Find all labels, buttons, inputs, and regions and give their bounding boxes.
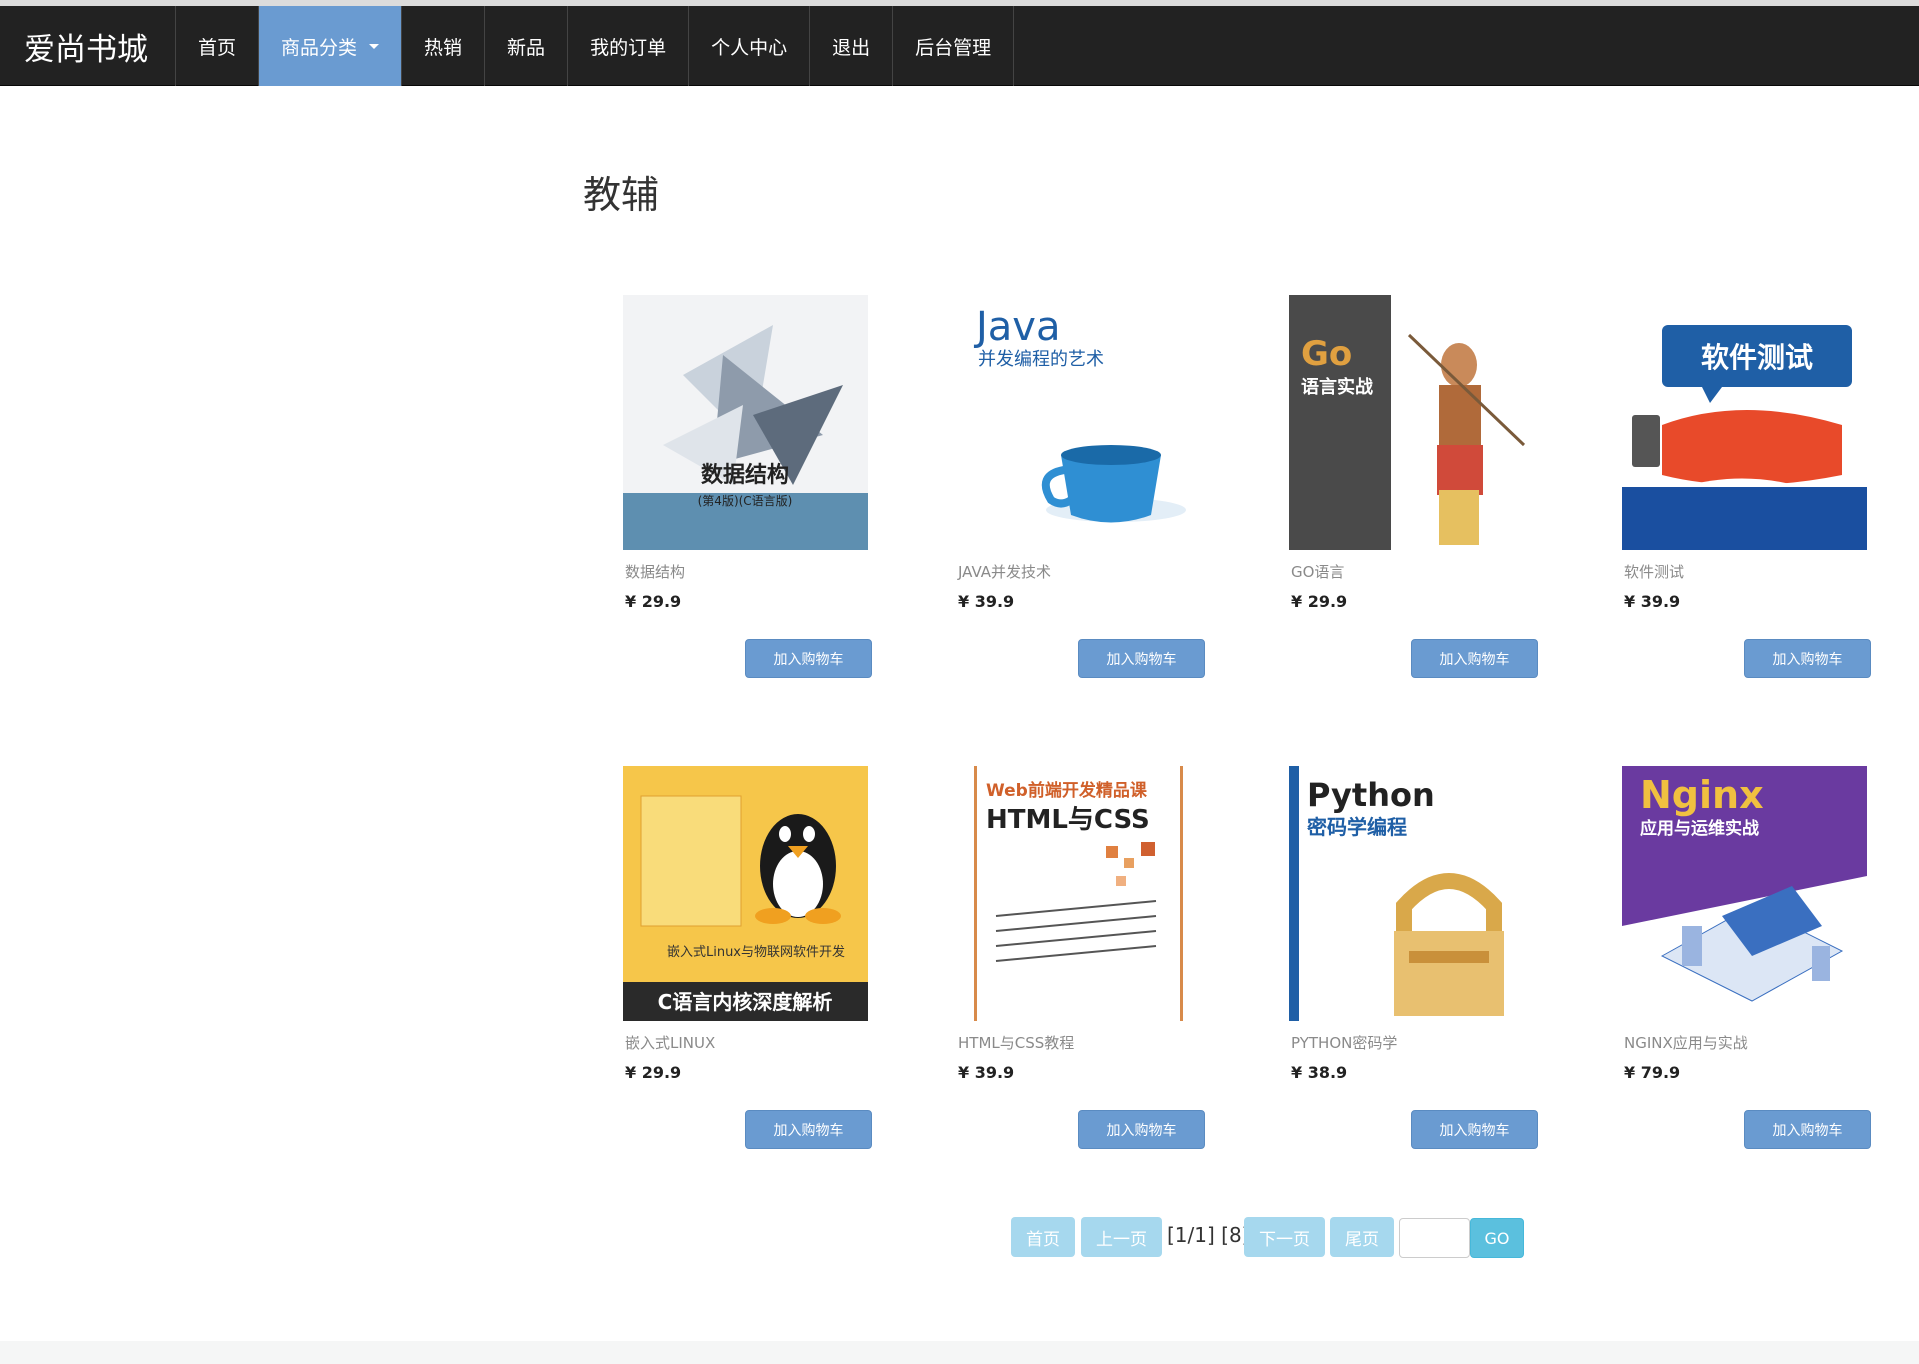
nav-home[interactable]: 首页	[176, 6, 260, 86]
cover-title: C语言内核深度解析	[658, 990, 833, 1014]
book-card: Web前端开发精品课 HTML与CSS HTML与CSS教程 ¥ 39.9 加入…	[951, 766, 1211, 1149]
book-cover[interactable]: Go 语言实战	[1289, 295, 1534, 550]
book-price: ¥ 39.9	[958, 1063, 1015, 1082]
book-name[interactable]: HTML与CSS教程	[958, 1032, 1074, 1053]
book-cover[interactable]: Nginx 应用与运维实战	[1622, 766, 1867, 1021]
book-price: ¥ 79.9	[1624, 1063, 1681, 1082]
book-card: Go 语言实战 GO语言 ¥ 29.9 加入购物车	[1284, 295, 1544, 678]
cover-title: Go	[1301, 334, 1352, 374]
page-info: [1/1] [8]	[1167, 1223, 1250, 1247]
cover-title: Python	[1307, 776, 1435, 814]
book-card: 嵌入式Linux与物联网软件开发 C语言内核深度解析 嵌入式LINUX ¥ 29…	[618, 766, 878, 1149]
add-to-cart-button[interactable]: 加入购物车	[1744, 639, 1871, 678]
book-card: Python 密码学编程 PYTHON密码学 ¥ 38.9 加入购物车	[1284, 766, 1544, 1149]
caret-down-icon	[369, 43, 380, 49]
book-price: ¥ 29.9	[1291, 592, 1348, 611]
nav-category-dropdown[interactable]: 商品分类	[259, 6, 403, 86]
add-to-cart-button[interactable]: 加入购物车	[745, 639, 872, 678]
cover-subtitle: 应用与运维实战	[1640, 818, 1759, 839]
cover-subtitle: Web前端开发精品课	[986, 780, 1148, 801]
page-next-button[interactable]: 下一页	[1244, 1217, 1325, 1257]
book-cover[interactable]: 软件测试	[1622, 295, 1867, 550]
nav-logout[interactable]: 退出	[810, 6, 894, 86]
book-cover[interactable]: Python 密码学编程	[1289, 766, 1534, 1021]
book-price: ¥ 29.9	[625, 1063, 682, 1082]
cover-subtitle: (第4版)(C语言版)	[698, 494, 793, 508]
cover-subtitle: 并发编程的艺术	[978, 349, 1104, 370]
page-first-button[interactable]: 首页	[1011, 1217, 1075, 1257]
footer	[0, 1341, 1919, 1364]
nav-hot[interactable]: 热销	[402, 6, 486, 86]
cover-subtitle: 密码学编程	[1307, 815, 1407, 839]
book-card: Nginx 应用与运维实战 NGINX应用与实战 ¥ 79.9 加入购物车	[1617, 766, 1877, 1149]
book-name[interactable]: 数据结构	[625, 561, 685, 582]
book-price: ¥ 38.9	[1291, 1063, 1348, 1082]
book-card: 软件测试 软件测试 ¥ 39.9 加入购物车	[1617, 295, 1877, 678]
page-last-button[interactable]: 尾页	[1330, 1217, 1394, 1257]
nav-profile[interactable]: 个人中心	[689, 6, 811, 86]
book-card: 数据结构 (第4版)(C语言版) 数据结构 ¥ 29.9 加入购物车	[618, 295, 878, 678]
add-to-cart-button[interactable]: 加入购物车	[1744, 1110, 1871, 1149]
nav-admin[interactable]: 后台管理	[893, 6, 1015, 86]
book-price: ¥ 39.9	[958, 592, 1015, 611]
page-prev-button[interactable]: 上一页	[1081, 1217, 1162, 1257]
book-name[interactable]: 嵌入式LINUX	[625, 1032, 715, 1053]
book-cover[interactable]: Java 并发编程的艺术	[956, 295, 1201, 550]
cover-title: Java	[973, 304, 1061, 350]
add-to-cart-button[interactable]: 加入购物车	[745, 1110, 872, 1149]
book-price: ¥ 39.9	[1624, 592, 1681, 611]
add-to-cart-button[interactable]: 加入购物车	[1078, 1110, 1205, 1149]
cover-title: Nginx	[1640, 773, 1764, 817]
book-card: Java 并发编程的艺术 JAVA并发技术 ¥ 39.9 加入购物车	[951, 295, 1211, 678]
cover-subtitle: 语言实战	[1301, 376, 1373, 398]
book-name[interactable]: NGINX应用与实战	[1624, 1032, 1748, 1053]
cover-title: 数据结构	[701, 462, 789, 488]
page-number-input[interactable]	[1399, 1218, 1470, 1258]
book-name[interactable]: PYTHON密码学	[1291, 1032, 1397, 1053]
book-cover[interactable]: 嵌入式Linux与物联网软件开发 C语言内核深度解析	[623, 766, 868, 1021]
brand-logo[interactable]: 爱尚书城	[0, 6, 176, 86]
add-to-cart-button[interactable]: 加入购物车	[1078, 639, 1205, 678]
book-name[interactable]: GO语言	[1291, 561, 1344, 582]
book-price: ¥ 29.9	[625, 592, 682, 611]
book-cover[interactable]: 数据结构 (第4版)(C语言版)	[623, 295, 868, 550]
nav-new[interactable]: 新品	[485, 6, 569, 86]
top-navbar: 爱尚书城 首页 商品分类 热销 新品 我的订单 个人中心 退出 后台管理	[0, 6, 1919, 86]
cover-title: HTML与CSS	[986, 805, 1150, 835]
book-name[interactable]: 软件测试	[1624, 561, 1684, 582]
cover-subtitle: 嵌入式Linux与物联网软件开发	[667, 944, 845, 960]
nav-my-orders[interactable]: 我的订单	[568, 6, 690, 86]
nav-category-label: 商品分类	[281, 36, 358, 59]
page-go-button[interactable]: GO	[1470, 1218, 1524, 1258]
add-to-cart-button[interactable]: 加入购物车	[1411, 1110, 1538, 1149]
add-to-cart-button[interactable]: 加入购物车	[1411, 639, 1538, 678]
book-name[interactable]: JAVA并发技术	[958, 561, 1051, 582]
page-title: 教辅	[583, 173, 660, 217]
book-cover[interactable]: Web前端开发精品课 HTML与CSS	[956, 766, 1201, 1021]
cover-title: 软件测试	[1701, 341, 1813, 374]
